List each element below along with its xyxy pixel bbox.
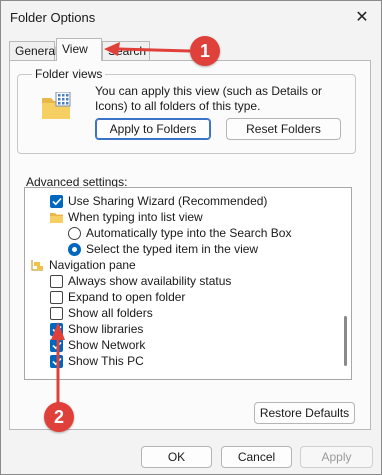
- restore-defaults-button[interactable]: Restore Defaults: [254, 402, 355, 424]
- setting-show-network[interactable]: Show Network: [50, 337, 145, 353]
- annotation-badge-1: 1: [190, 36, 220, 66]
- annotation-badge-2: 2: [44, 402, 74, 432]
- apply-to-folders-button[interactable]: Apply to Folders: [95, 118, 211, 140]
- tab-general[interactable]: General: [9, 41, 58, 60]
- group-label: Navigation pane: [49, 258, 136, 272]
- cancel-button[interactable]: Cancel: [221, 446, 292, 468]
- group-typing-list-view: When typing into list view: [50, 209, 203, 225]
- ok-button[interactable]: OK: [141, 446, 212, 468]
- setting-show-this-pc[interactable]: Show This PC: [50, 353, 144, 369]
- checkbox-checked-icon[interactable]: [50, 338, 63, 352]
- setting-label: Show Network: [68, 338, 146, 352]
- setting-select-typed-item[interactable]: Select the typed item in the view: [68, 241, 258, 257]
- setting-label: Expand to open folder: [68, 290, 186, 304]
- advanced-settings-tree[interactable]: Use Sharing Wizard (Recommended) When ty…: [24, 187, 352, 380]
- tab-search[interactable]: Search: [102, 41, 150, 60]
- radio-unselected-icon[interactable]: [68, 226, 81, 240]
- setting-label: Use Sharing Wizard (Recommended): [68, 194, 268, 208]
- folder-views-icon: [42, 92, 71, 119]
- setting-expand-open-folder[interactable]: Expand to open folder: [50, 289, 185, 305]
- setting-use-sharing-wizard[interactable]: Use Sharing Wizard (Recommended): [50, 193, 267, 209]
- setting-label: Select the typed item in the view: [86, 242, 259, 256]
- checkbox-unchecked-icon[interactable]: [50, 274, 63, 288]
- folder-views-description: You can apply this view (such as Details…: [95, 84, 323, 113]
- setting-show-all-folders[interactable]: Show all folders: [50, 305, 153, 321]
- group-navigation-pane: Navigation pane: [31, 257, 136, 273]
- folder-views-label: Folder views: [32, 67, 106, 81]
- checkbox-unchecked-icon[interactable]: [50, 290, 63, 304]
- group-label: When typing into list view: [68, 210, 203, 224]
- checkbox-unchecked-icon[interactable]: [50, 306, 63, 320]
- setting-label: Show This PC: [68, 354, 144, 368]
- setting-show-libraries[interactable]: Show libraries: [50, 321, 143, 337]
- window-title: Folder Options: [10, 10, 96, 25]
- folder-icon: [50, 212, 63, 223]
- reset-folders-button[interactable]: Reset Folders: [226, 118, 341, 140]
- checkbox-checked-icon[interactable]: [50, 354, 63, 368]
- checkbox-checked-icon[interactable]: [50, 194, 63, 208]
- title-bar: Folder Options ✕: [1, 1, 381, 35]
- navigation-pane-icon: [31, 259, 43, 271]
- setting-availability-status[interactable]: Always show availability status: [50, 273, 231, 289]
- setting-label: Show libraries: [68, 322, 144, 336]
- radio-selected-icon[interactable]: [68, 242, 81, 256]
- close-button[interactable]: ✕: [345, 1, 379, 33]
- setting-auto-type-search[interactable]: Automatically type into the Search Box: [68, 225, 291, 241]
- setting-label: Show all folders: [68, 306, 153, 320]
- checkbox-checked-icon[interactable]: [50, 322, 63, 336]
- tree-scrollbar[interactable]: [344, 316, 347, 366]
- setting-label: Automatically type into the Search Box: [86, 226, 292, 240]
- apply-button[interactable]: Apply: [300, 446, 373, 468]
- tab-view[interactable]: View: [56, 38, 102, 61]
- setting-label: Always show availability status: [68, 274, 232, 288]
